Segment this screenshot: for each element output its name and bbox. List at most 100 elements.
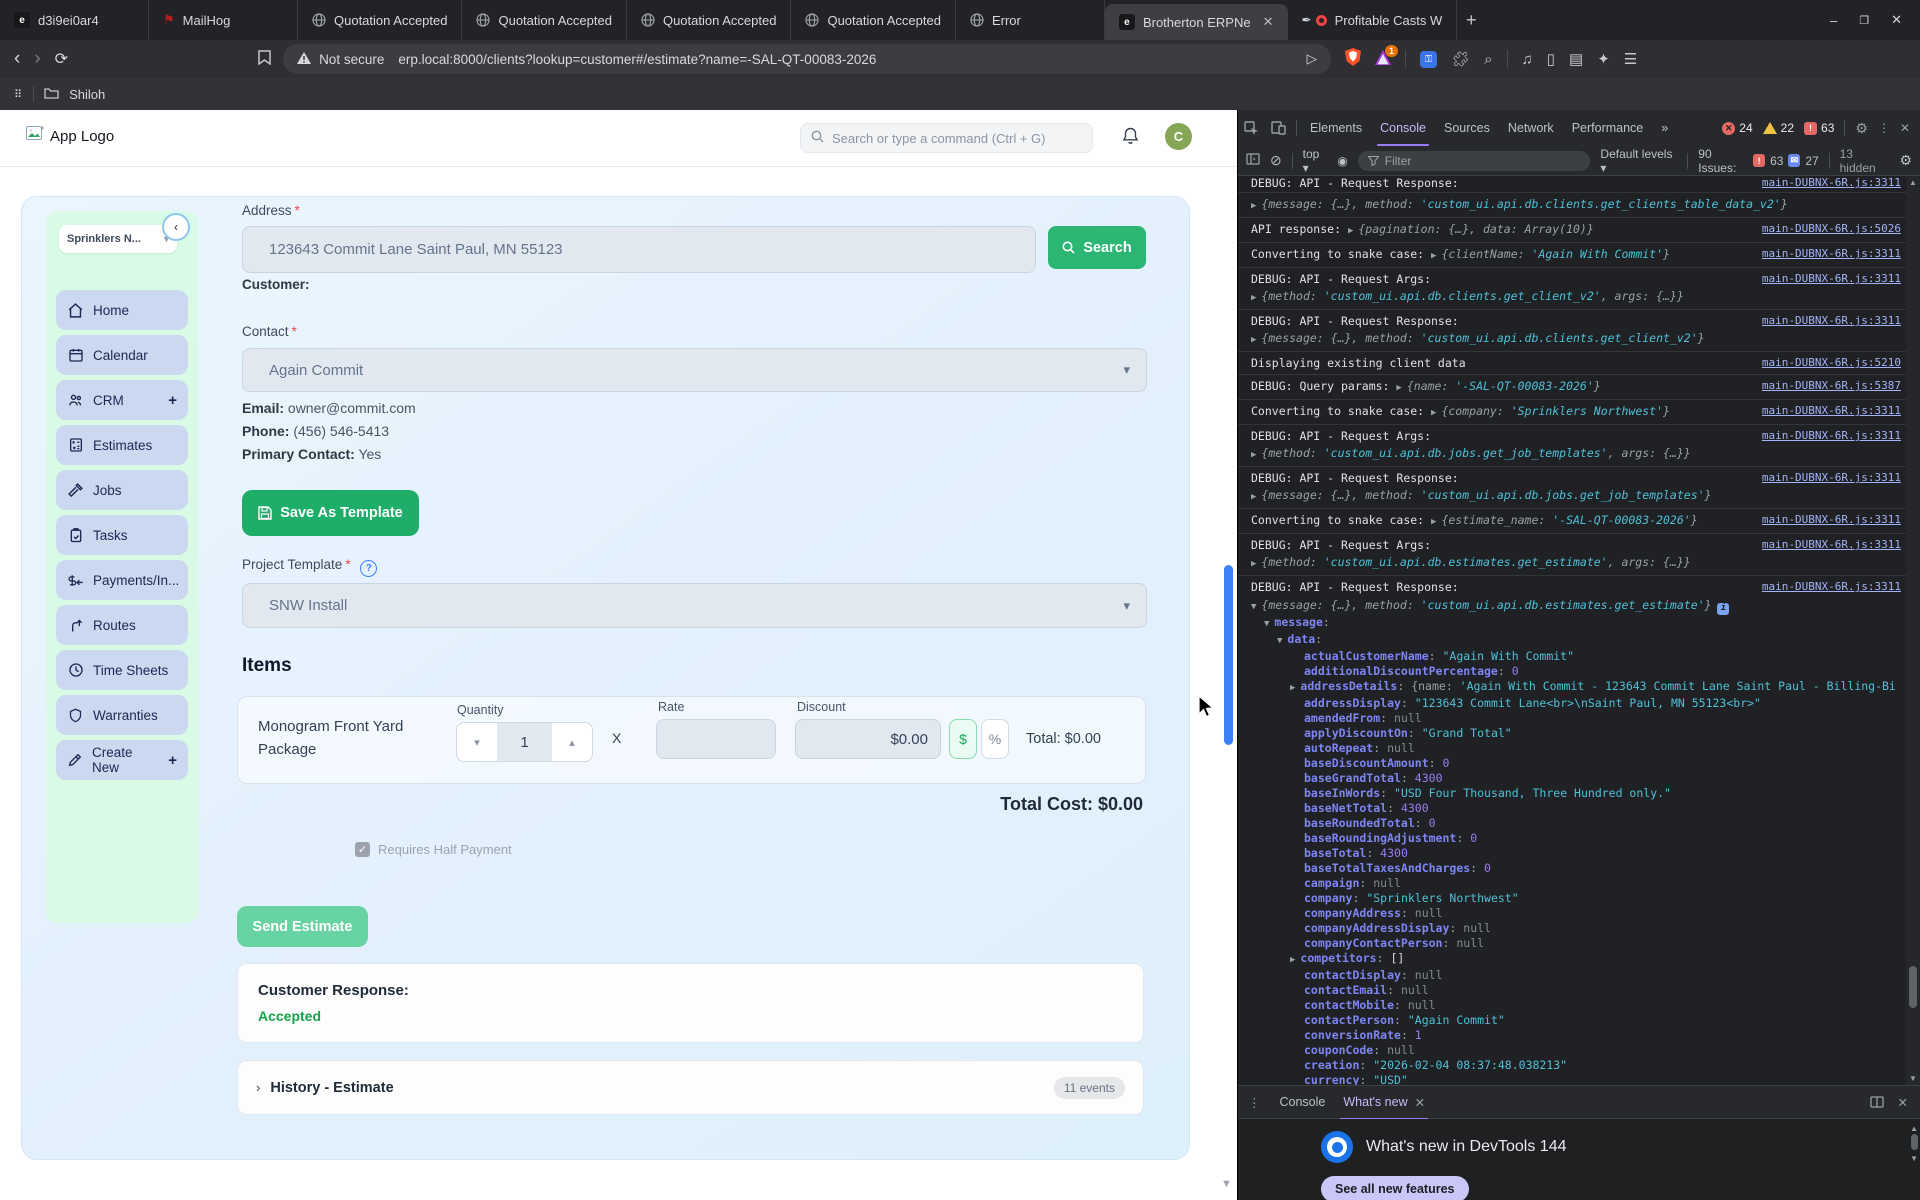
tree-row[interactable]: baseTotal: 4300 xyxy=(1251,846,1920,861)
tree-row[interactable]: ▶ addressDetails: {name: 'Again With Comm… xyxy=(1251,679,1920,696)
tree-row[interactable]: baseNetTotal: 4300 xyxy=(1251,801,1920,816)
window-maximize-button[interactable]: ❐ xyxy=(1859,14,1869,27)
sidebar-item-calendar[interactable]: Calendar xyxy=(56,335,188,375)
devtools-close-icon[interactable]: ✕ xyxy=(1900,121,1910,135)
brave-shield-icon[interactable] xyxy=(1345,48,1362,70)
console-sidebar-icon[interactable] xyxy=(1246,153,1260,168)
source-link[interactable]: main-DUBNX-6R.js:3311 xyxy=(1762,404,1901,418)
browser-tab[interactable]: Quotation Accepted xyxy=(462,0,627,40)
back-button[interactable]: ‹ xyxy=(14,48,20,70)
browser-tab[interactable]: ✒ Profitable Casts W xyxy=(1288,0,1458,40)
console-log-row[interactable]: DEBUG: API - Request Response: ▶ {message:… xyxy=(1238,309,1920,351)
expand-arrow-icon[interactable]: ▶ xyxy=(1251,559,1256,569)
sidebar-item-create-new[interactable]: Create New + xyxy=(56,740,188,780)
browser-tab[interactable]: e d3i9ei0ar4 xyxy=(0,0,149,40)
leo-ai-icon[interactable]: ✦ xyxy=(1597,50,1610,68)
devtools-tab-network[interactable]: Network xyxy=(1499,110,1563,146)
send-estimate-button[interactable]: Send Estimate xyxy=(237,906,368,947)
devtools-menu-icon[interactable]: ⋮ xyxy=(1878,121,1890,135)
tree-row[interactable]: ▼ message: xyxy=(1251,615,1920,632)
tab-close-icon[interactable]: ✕ xyxy=(1263,14,1274,30)
browser-tab[interactable]: Quotation Accepted xyxy=(298,0,463,40)
expand-arrow-icon[interactable]: ▶ xyxy=(1348,226,1353,236)
console-scrollbar[interactable]: ▲ ▼ xyxy=(1906,176,1920,1085)
tree-row[interactable]: baseDiscountAmount: 0 xyxy=(1251,756,1920,771)
expand-arrow-icon[interactable]: ▶ xyxy=(1251,293,1256,303)
tree-row[interactable]: amendedFrom: null xyxy=(1251,711,1920,726)
puzzle-extensions-icon[interactable]: 🧩︎ xyxy=(1451,50,1470,68)
browser-tab[interactable]: Quotation Accepted xyxy=(791,0,956,40)
tree-row[interactable]: baseInWords: "USD Four Thousand, Three H… xyxy=(1251,786,1920,801)
tree-row[interactable]: applyDiscountOn: "Grand Total" xyxy=(1251,726,1920,741)
expand-arrow-icon[interactable]: ▶ xyxy=(1431,251,1436,261)
source-link[interactable]: main-DUBNX-6R.js:3311 xyxy=(1762,471,1901,485)
discount-percent-button[interactable]: % xyxy=(981,719,1009,759)
error-count-badge[interactable]: ✕ 24 xyxy=(1722,121,1753,135)
plus-icon[interactable]: + xyxy=(168,392,177,409)
media-icon[interactable]: ♫ xyxy=(1522,51,1533,68)
inspect-element-icon[interactable] xyxy=(1244,120,1259,136)
eye-icon[interactable]: ◉ xyxy=(1337,154,1347,168)
console-log-row[interactable]: API response: ▶ {pagination: {…}, data: A… xyxy=(1238,217,1920,242)
console-log-row[interactable]: DEBUG: API - Request Args: ▶ {method: 'cus… xyxy=(1238,533,1920,575)
console-log-row[interactable]: DEBUG: Query params: ▶ {name: '-SAL-QT-00… xyxy=(1238,374,1920,399)
browser-tab[interactable]: Quotation Accepted xyxy=(627,0,792,40)
drawer-split-icon[interactable] xyxy=(1869,1096,1884,1108)
tree-row[interactable]: contactMobile: null xyxy=(1251,998,1920,1013)
clear-console-icon[interactable]: ⊘ xyxy=(1270,152,1282,169)
close-icon[interactable]: ✕ xyxy=(1415,1095,1425,1110)
sidebar-item-home[interactable]: Home xyxy=(56,290,188,330)
extension-badge-icon[interactable]: 1 xyxy=(1375,44,1399,69)
discount-input[interactable]: $0.00 xyxy=(795,719,941,759)
issues-count-badge[interactable]: ! 63 xyxy=(1804,121,1834,135)
app-logo[interactable]: App Logo xyxy=(26,126,114,146)
collapse-arrow-icon[interactable]: ▼ xyxy=(1264,619,1269,629)
menu-icon[interactable]: ☰ xyxy=(1624,50,1637,68)
company-selector[interactable]: Sprinklers N... ▾ xyxy=(59,225,177,253)
sidebar-item-time-sheets[interactable]: Time Sheets xyxy=(56,650,188,690)
more-tabs-button[interactable]: » xyxy=(1652,110,1677,146)
console-log-row[interactable]: DEBUG: API - Request Response: main-DUBNX… xyxy=(1238,575,1920,598)
console-scrollbar-thumb[interactable] xyxy=(1909,966,1917,1008)
console-log-row[interactable]: Converting to snake case: ▶ {clientName: … xyxy=(1238,242,1920,267)
devtools-tab-console[interactable]: Console xyxy=(1371,110,1435,146)
apps-grid-icon[interactable]: ⠿ xyxy=(14,88,23,101)
console-log-row[interactable]: Converting to snake case: ▶ {company: 'Sp… xyxy=(1238,399,1920,424)
reload-button[interactable]: ⟳ xyxy=(55,49,68,69)
tree-row[interactable]: autoRepeat: null xyxy=(1251,741,1920,756)
source-link[interactable]: main-DUBNX-6R.js:5026 xyxy=(1762,222,1901,236)
sidebar-item-jobs[interactable]: Jobs xyxy=(56,470,188,510)
tree-row[interactable]: campaign: null xyxy=(1251,876,1920,891)
console-log-row[interactable]: DEBUG: API - Request Response: ▶ {message:… xyxy=(1238,466,1920,508)
console-filter-input[interactable]: Filter xyxy=(1357,150,1591,171)
expand-arrow-icon[interactable]: ▶ xyxy=(1251,335,1256,345)
expand-arrow-icon[interactable]: ▶ xyxy=(1431,408,1436,418)
hidden-messages-count[interactable]: 13 hidden xyxy=(1840,147,1890,175)
console-log-row[interactable]: Displaying existing client data main-DUBN… xyxy=(1238,351,1920,374)
console-log-row[interactable]: DEBUG: API - Request Args: ▶ {method: 'cus… xyxy=(1238,424,1920,466)
drawer-scrollbar[interactable]: ▲ ▼ xyxy=(1910,1123,1918,1164)
sidebar-item-warranties[interactable]: Warranties xyxy=(56,695,188,735)
tree-row[interactable]: companyContactPerson: null xyxy=(1251,936,1920,951)
console-settings-icon[interactable]: ⚙ xyxy=(1899,152,1912,169)
console-log-row[interactable]: Converting to snake case: ▶ {estimate_nam… xyxy=(1238,508,1920,533)
source-link[interactable]: main-DUBNX-6R.js:3311 xyxy=(1762,272,1901,286)
warning-count-badge[interactable]: 22 xyxy=(1762,121,1794,135)
address-input[interactable]: 123643 Commit Lane Saint Paul, MN 55123 xyxy=(242,226,1036,273)
rate-input[interactable] xyxy=(656,719,776,759)
page-scrollbar-thumb[interactable] xyxy=(1224,565,1233,745)
wallet-icon[interactable]: ▤ xyxy=(1569,50,1583,68)
expand-arrow-icon[interactable]: ▶ xyxy=(1251,450,1256,460)
tree-row[interactable]: baseRoundedTotal: 0 xyxy=(1251,816,1920,831)
tree-row[interactable]: conversionRate: 1 xyxy=(1251,1028,1920,1043)
devtools-tab-sources[interactable]: Sources xyxy=(1435,110,1499,146)
tree-row[interactable]: companyAddress: null xyxy=(1251,906,1920,921)
console-log-row[interactable]: DEBUG: API - Request Response: main-DUBNX… xyxy=(1238,176,1920,192)
project-template-select[interactable]: SNW Install ▾ xyxy=(242,583,1147,628)
tree-row[interactable]: contactPerson: "Again Commit" xyxy=(1251,1013,1920,1028)
expand-arrow-icon[interactable]: ▶ xyxy=(1251,201,1256,211)
device-toolbar-icon[interactable] xyxy=(1271,121,1286,135)
expand-arrow-icon[interactable]: ▶ xyxy=(1290,683,1295,693)
source-link[interactable]: main-DUBNX-6R.js:3311 xyxy=(1762,247,1901,261)
expand-arrow-icon[interactable]: ▶ xyxy=(1431,517,1436,527)
